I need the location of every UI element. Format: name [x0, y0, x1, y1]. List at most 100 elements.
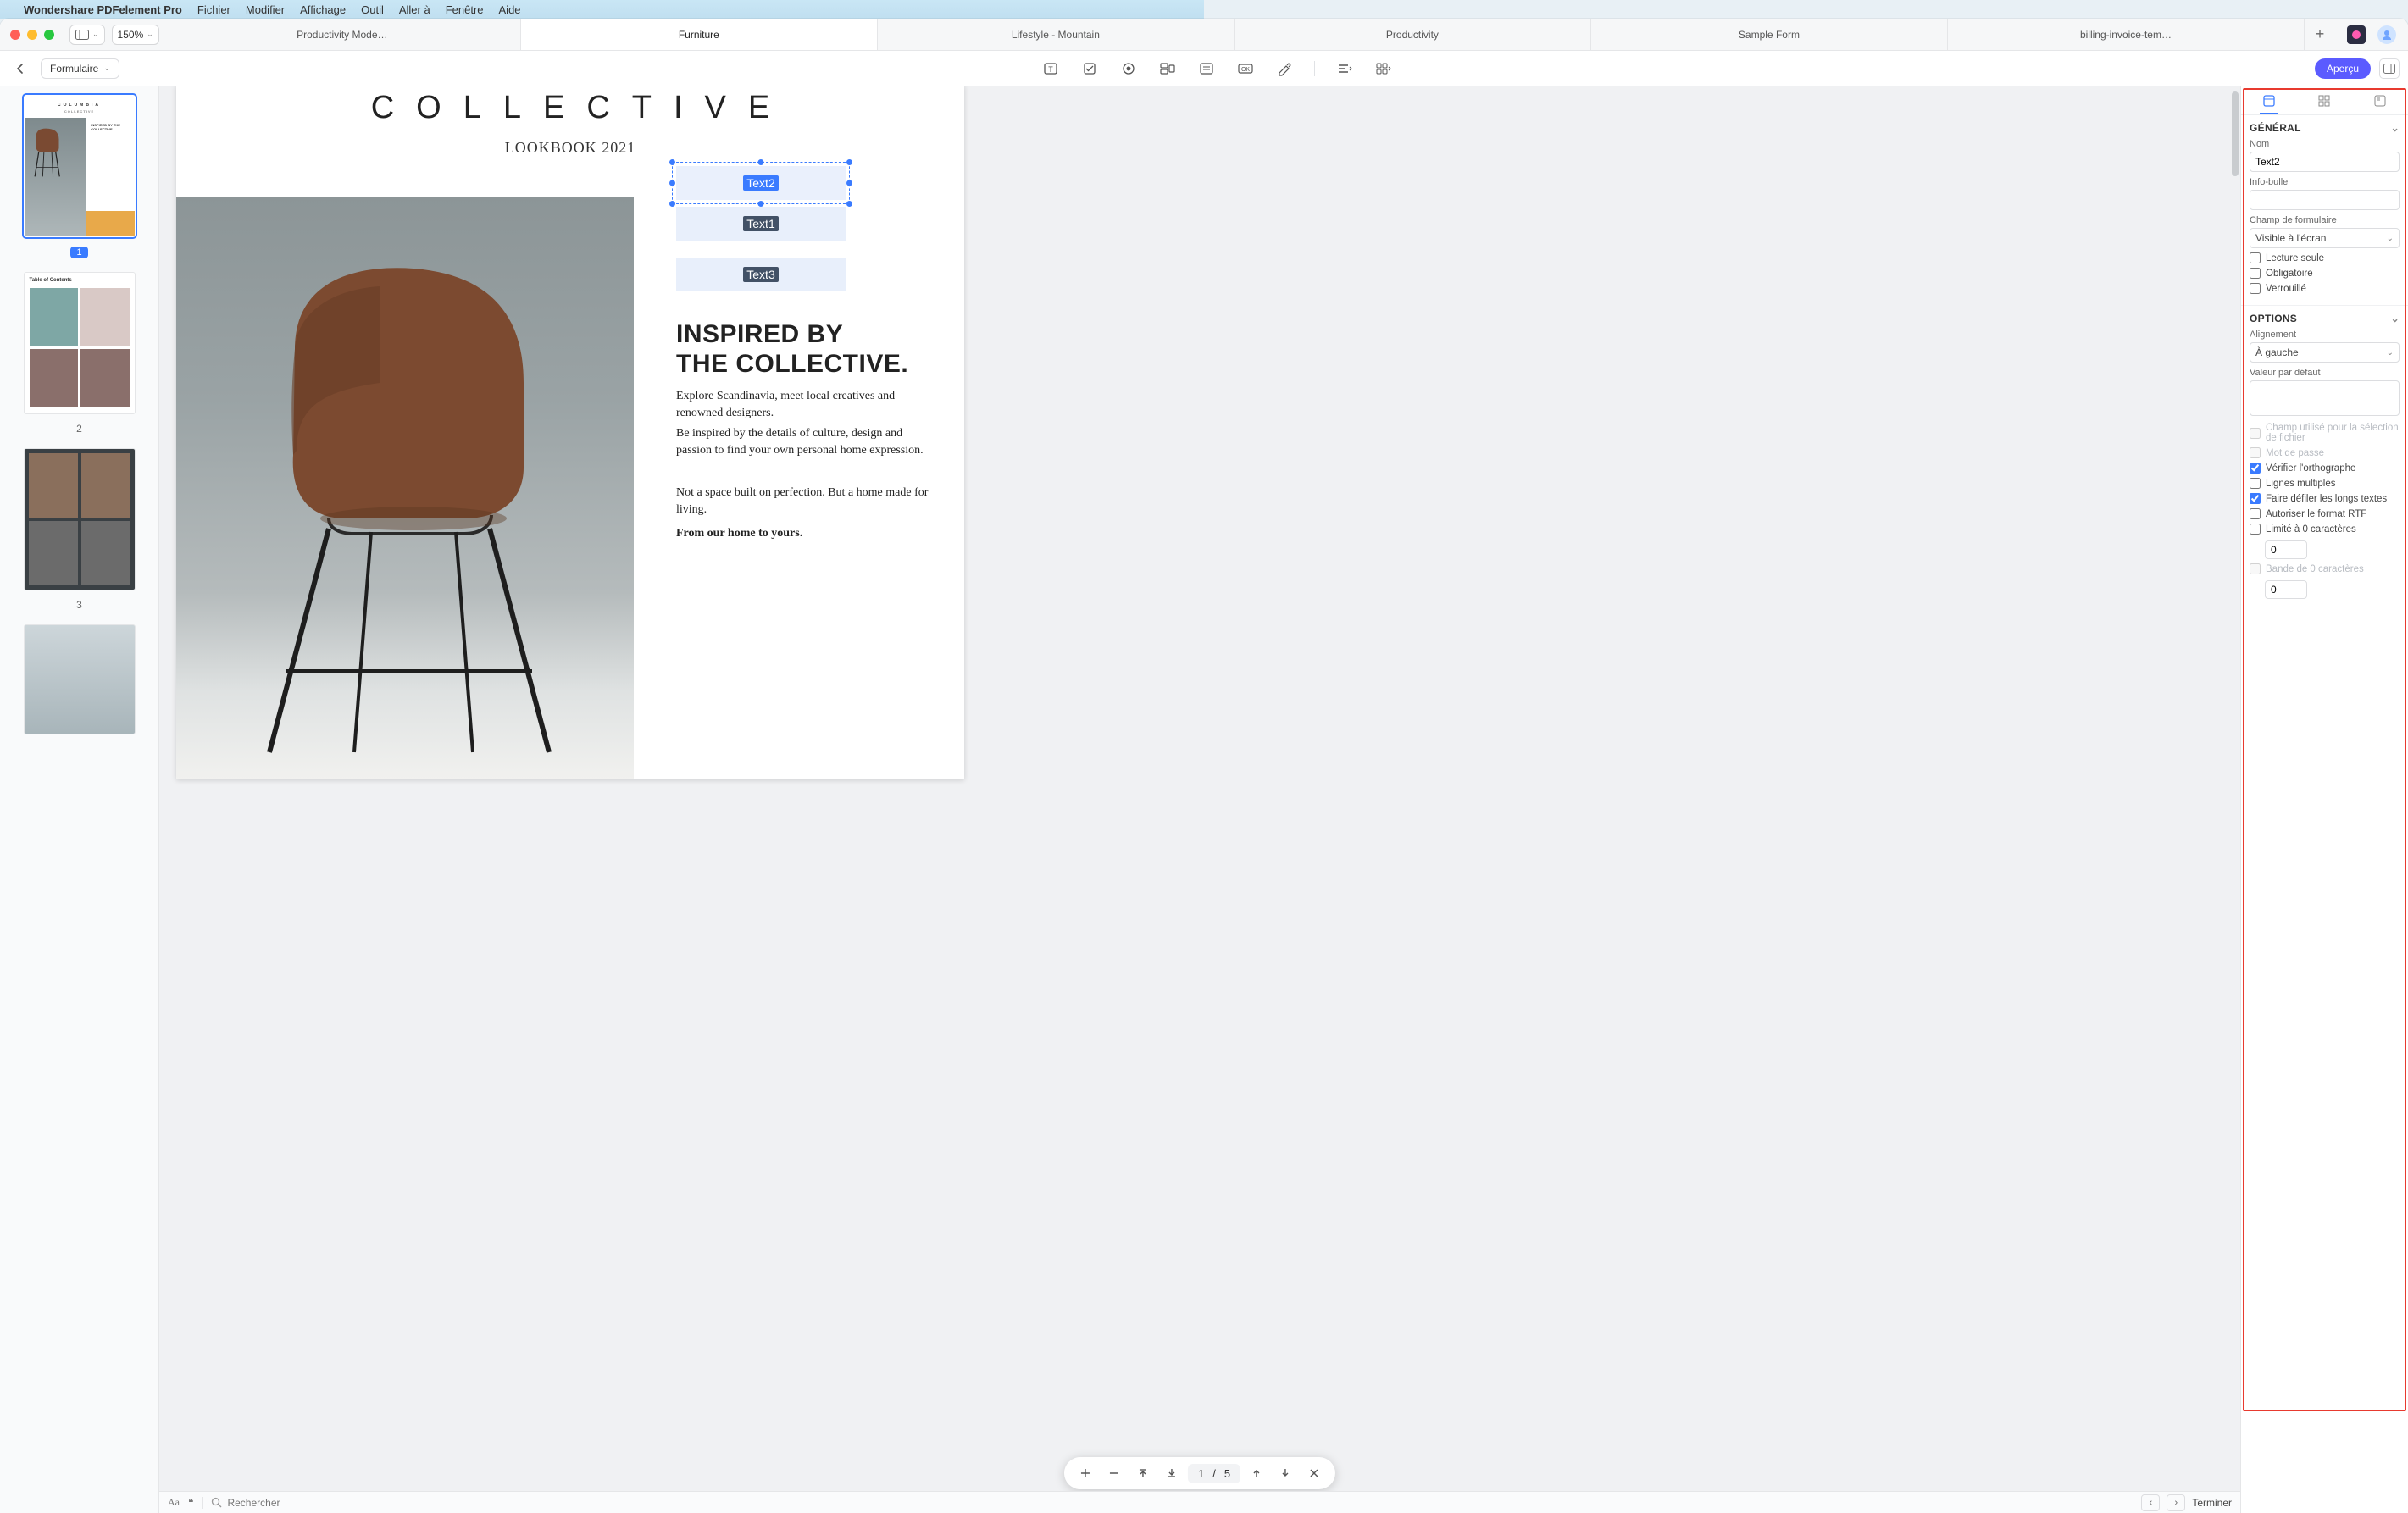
- rtf-checkbox[interactable]: Autoriser le format RTF: [2250, 508, 2400, 519]
- combobox-tool-icon[interactable]: [1158, 59, 1177, 78]
- tab-lifestyle[interactable]: Lifestyle - Mountain: [878, 19, 1235, 50]
- search-icon: [211, 1497, 222, 1508]
- field-name-input[interactable]: [2250, 152, 2400, 172]
- limit-chars-input[interactable]: [2265, 540, 2307, 559]
- checkbox-tool-icon[interactable]: [1080, 59, 1099, 78]
- properties-tab-general-icon[interactable]: [2256, 86, 2282, 114]
- add-tab-button[interactable]: +: [2305, 19, 2335, 50]
- alignment-select[interactable]: À gauche⌄: [2250, 342, 2400, 363]
- properties-panel: GÉNÉRAL ⌄ Nom Info-bulle Champ de formul…: [2240, 86, 2408, 1513]
- menu-goto[interactable]: Aller à: [399, 3, 430, 16]
- textfield-tool-icon[interactable]: T: [1041, 59, 1060, 78]
- first-page-button[interactable]: [1130, 1460, 1156, 1486]
- menu-view[interactable]: Affichage: [300, 3, 346, 16]
- visibility-select[interactable]: Visible à l'écran⌄: [2250, 228, 2400, 248]
- page-navigator: 1 / 5: [1064, 1457, 1335, 1489]
- last-page-button[interactable]: [1159, 1460, 1185, 1486]
- search-prev-button[interactable]: ‹: [2141, 1494, 2160, 1511]
- next-page-button[interactable]: [1273, 1460, 1298, 1486]
- app-name[interactable]: Wondershare PDFelement Pro: [24, 3, 182, 16]
- app-icon[interactable]: [2347, 25, 2366, 44]
- search-next-button[interactable]: ›: [2167, 1494, 2185, 1511]
- inspired-heading: INSPIRED BY THE COLLECTIVE.: [676, 320, 930, 379]
- listbox-tool-icon[interactable]: [1197, 59, 1216, 78]
- tab-productivity-mode[interactable]: Productivity Mode…: [164, 19, 521, 50]
- page-canvas[interactable]: COLLECTIVE LOOKBOOK 2021: [159, 86, 2240, 1513]
- properties-panel-toggle[interactable]: [2379, 58, 2400, 79]
- tab-billing[interactable]: billing-invoice-tem…: [1948, 19, 2305, 50]
- back-button[interactable]: [8, 57, 32, 80]
- finish-button[interactable]: Terminer: [2192, 1497, 2232, 1509]
- minimize-window-icon[interactable]: [27, 30, 37, 40]
- thumbnail-page-2[interactable]: Table of Contents: [24, 272, 136, 414]
- page-indicator[interactable]: 1 / 5: [1188, 1464, 1240, 1483]
- svg-text:T: T: [1048, 65, 1053, 74]
- tab-furniture[interactable]: Furniture: [521, 19, 878, 50]
- properties-tab-appearance-icon[interactable]: [2311, 86, 2337, 114]
- password-checkbox: Mot de passe: [2250, 447, 2400, 458]
- tab-sample-form[interactable]: Sample Form: [1591, 19, 1948, 50]
- scroll-long-text-checkbox[interactable]: Faire défiler les longs textes: [2250, 493, 2400, 504]
- properties-tab-actions-icon[interactable]: [2367, 86, 2393, 114]
- close-window-icon[interactable]: [10, 30, 20, 40]
- button-tool-icon[interactable]: OK: [1236, 59, 1255, 78]
- page-title: COLLECTIVE: [176, 90, 964, 126]
- file-select-checkbox: Champ utilisé pour la sélection de fichi…: [2250, 423, 2400, 443]
- paragraph-2: Be inspired by the details of culture, d…: [676, 425, 930, 460]
- limit-chars-checkbox[interactable]: Limité à 0 caractères: [2250, 524, 2400, 535]
- mode-dropdown[interactable]: Formulaire ⌄: [41, 58, 119, 79]
- align-tool-icon[interactable]: [1335, 59, 1354, 78]
- prev-page-button[interactable]: [1244, 1460, 1269, 1486]
- zoom-out-button[interactable]: [1101, 1460, 1127, 1486]
- paragraph-1: Explore Scandinavia, meet local creative…: [676, 388, 930, 423]
- form-field-text2[interactable]: Text2: [676, 166, 846, 200]
- tagline: From our home to yours.: [676, 525, 930, 542]
- properties-tabs: [2241, 86, 2408, 115]
- titlebar: ⌄ 150% ⌄ Productivity Mode… Furniture Li…: [0, 19, 2408, 51]
- form-field-text1[interactable]: Text1: [676, 207, 846, 241]
- menu-file[interactable]: Fichier: [197, 3, 230, 16]
- more-tools-icon[interactable]: [1374, 59, 1393, 78]
- chevron-down-icon[interactable]: ⌄: [2391, 313, 2400, 324]
- menu-window[interactable]: Fenêtre: [446, 3, 484, 16]
- form-toolbar: Formulaire ⌄ T OK Aperçu: [0, 51, 2408, 86]
- thumbnail-pane[interactable]: COLUMBIA COLLECTIVE: [0, 86, 159, 1513]
- tab-productivity[interactable]: Productivity: [1235, 19, 1591, 50]
- app-window: ⌄ 150% ⌄ Productivity Mode… Furniture Li…: [0, 19, 2408, 1513]
- spellcheck-checkbox[interactable]: Vérifier l'orthographe: [2250, 463, 2400, 474]
- svg-text:OK: OK: [1241, 67, 1250, 73]
- text-style-button[interactable]: Aa: [168, 1496, 180, 1509]
- zoom-in-button[interactable]: [1073, 1460, 1098, 1486]
- main-area: COLUMBIA COLLECTIVE: [0, 86, 2408, 1513]
- thumbnail-page-3[interactable]: [24, 448, 136, 590]
- locked-checkbox[interactable]: Verrouillé: [2250, 283, 2400, 294]
- sidebar-toggle[interactable]: ⌄: [69, 25, 105, 45]
- fullscreen-window-icon[interactable]: [44, 30, 54, 40]
- thumbnail-page-1[interactable]: COLUMBIA COLLECTIVE: [24, 95, 136, 237]
- user-avatar-icon[interactable]: [2377, 25, 2396, 44]
- readonly-checkbox[interactable]: Lecture seule: [2250, 252, 2400, 263]
- default-value-input[interactable]: [2250, 380, 2400, 416]
- form-field-text3[interactable]: Text3: [676, 258, 846, 291]
- document-tabs: Productivity Mode… Furniture Lifestyle -…: [164, 19, 2335, 50]
- radio-tool-icon[interactable]: [1119, 59, 1138, 78]
- page-subtitle: LOOKBOOK 2021: [176, 139, 964, 157]
- section-options: OPTIONS ⌄ Alignement À gauche⌄ Valeur pa…: [2241, 306, 2408, 606]
- menu-tool[interactable]: Outil: [361, 3, 384, 16]
- search-input[interactable]: [227, 1497, 2133, 1509]
- signature-tool-icon[interactable]: [1275, 59, 1294, 78]
- required-checkbox[interactable]: Obligatoire: [2250, 268, 2400, 279]
- chevron-down-icon[interactable]: ⌄: [2391, 122, 2400, 134]
- canvas-scrollbar[interactable]: [2232, 91, 2239, 176]
- thumbnail-page-4[interactable]: [24, 624, 136, 734]
- hero-image: [176, 197, 634, 779]
- tooltip-input[interactable]: [2250, 190, 2400, 210]
- preview-button[interactable]: Aperçu: [2315, 58, 2371, 79]
- menu-edit[interactable]: Modifier: [246, 3, 285, 16]
- quote-button[interactable]: ❝: [188, 1497, 193, 1509]
- multiline-checkbox[interactable]: Lignes multiples: [2250, 478, 2400, 489]
- comb-input[interactable]: [2265, 580, 2307, 599]
- close-navigator-button[interactable]: [1301, 1460, 1327, 1486]
- zoom-dropdown[interactable]: 150% ⌄: [112, 25, 159, 45]
- menu-help[interactable]: Aide: [499, 3, 521, 16]
